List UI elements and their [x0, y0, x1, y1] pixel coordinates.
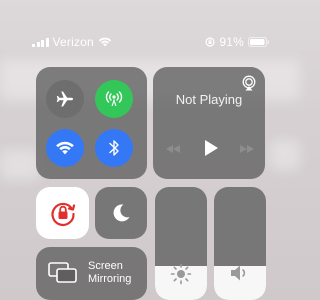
status-bar: Verizon 91% — [0, 0, 300, 49]
moon-icon — [113, 204, 130, 222]
brightness-slider[interactable] — [155, 187, 207, 300]
screen-mirroring-icon — [48, 262, 77, 283]
brightness-icon — [170, 263, 192, 285]
play-icon[interactable] — [203, 139, 219, 157]
cellular-data-button[interactable] — [95, 80, 133, 118]
background-blur — [270, 140, 300, 170]
now-playing-panel: Not Playing — [153, 67, 265, 179]
connectivity-panel — [36, 67, 147, 179]
rewind-icon[interactable] — [164, 143, 182, 155]
status-bar-left: Verizon — [32, 35, 112, 49]
airplane-icon — [56, 91, 73, 107]
orientation-lock-icon — [51, 202, 76, 226]
volume-slider[interactable] — [214, 187, 266, 300]
fast-forward-icon[interactable] — [238, 143, 256, 155]
bluetooth-button[interactable] — [95, 129, 133, 167]
carrier-name: Verizon — [52, 35, 94, 49]
background-blur — [0, 150, 40, 180]
do-not-disturb-button[interactable] — [95, 187, 147, 239]
battery-percentage: 91% — [219, 35, 244, 49]
battery-icon — [248, 37, 269, 47]
wifi-button[interactable] — [46, 129, 84, 167]
screen-mirroring-label: Screen Mirroring — [88, 260, 132, 285]
orientation-lock-status-icon — [205, 37, 215, 47]
cellular-antenna-icon — [105, 91, 123, 106]
orientation-lock-button[interactable] — [36, 187, 89, 239]
airplane-mode-button[interactable] — [46, 80, 84, 118]
now-playing-title: Not Playing — [175, 92, 243, 107]
speaker-icon — [231, 265, 246, 281]
wifi-icon — [56, 141, 74, 155]
bluetooth-icon — [109, 140, 119, 156]
wifi-status-icon — [98, 37, 112, 47]
screen-mirroring-button[interactable]: Screen Mirroring — [36, 247, 147, 300]
airplay-audio-icon[interactable] — [241, 75, 257, 91]
cellular-signal-icon — [32, 37, 49, 47]
status-bar-right: 91% — [205, 35, 270, 49]
